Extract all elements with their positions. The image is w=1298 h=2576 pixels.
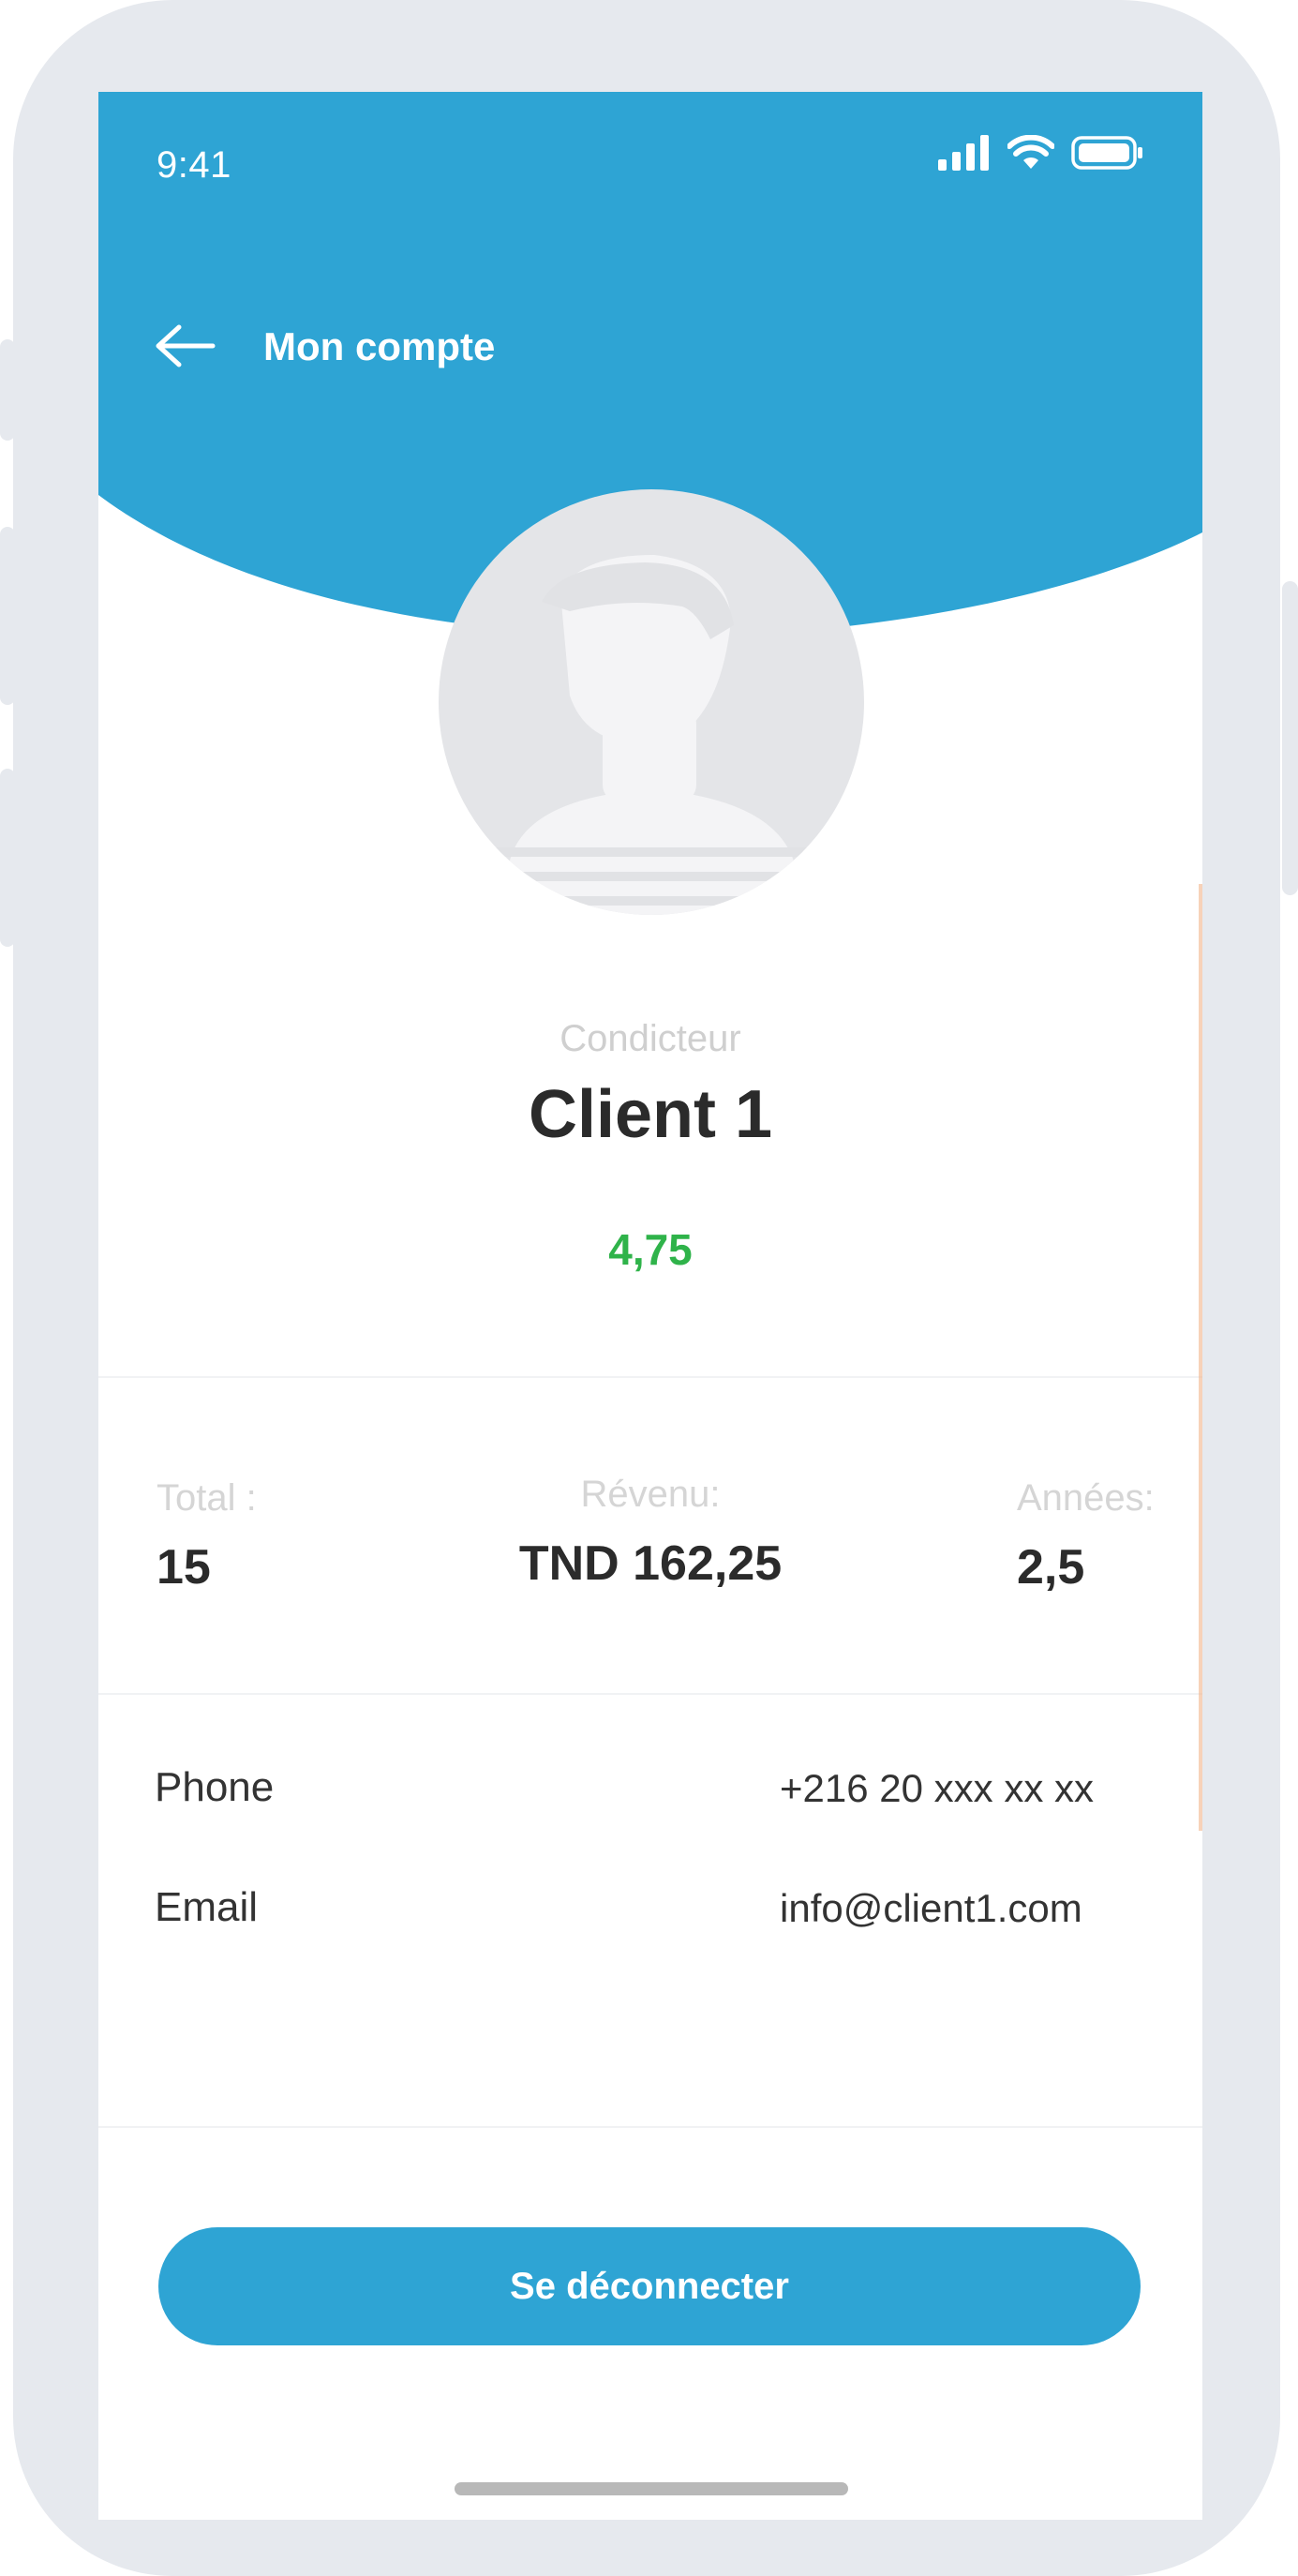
wifi-icon (1007, 135, 1054, 169)
stat-years-value: 2,5 (1017, 1540, 1085, 1595)
phone-label: Phone (155, 1764, 275, 1810)
email-value[interactable]: info@client1.com (780, 1886, 1082, 1931)
phone-value: +216 20 xxx xx xx (780, 1766, 1094, 1810)
divider (98, 1693, 1202, 1695)
back-arrow-icon (156, 324, 216, 367)
status-time: 9:41 (157, 144, 231, 186)
status-icons (938, 135, 1144, 171)
battery-icon (1071, 136, 1142, 170)
side-button-mute (0, 339, 15, 441)
side-button-volume-up (0, 527, 15, 705)
home-indicator[interactable] (455, 2482, 848, 2495)
profile-rating: 4,75 (608, 1225, 693, 1274)
email-label: Email (155, 1884, 259, 1930)
avatar-placeholder-icon[interactable] (439, 489, 864, 915)
divider (98, 2126, 1202, 2128)
page-title: Mon compte (263, 324, 496, 368)
profile-role: Condicteur (559, 1018, 741, 1059)
app-screen: 9:41 Mon compte Condicteur Client 1 4,75… (98, 92, 1202, 2520)
side-button-volume-down (0, 769, 15, 947)
stat-years-label: Années: (1017, 1477, 1155, 1519)
logout-button[interactable]: Se déconnecter (158, 2227, 1141, 2345)
edge-accent (1199, 884, 1202, 1831)
divider (98, 1376, 1202, 1378)
signal-icon (938, 135, 989, 171)
side-button-power (1282, 581, 1298, 895)
profile-name: Client 1 (528, 1077, 773, 1152)
back-button[interactable] (155, 322, 220, 369)
